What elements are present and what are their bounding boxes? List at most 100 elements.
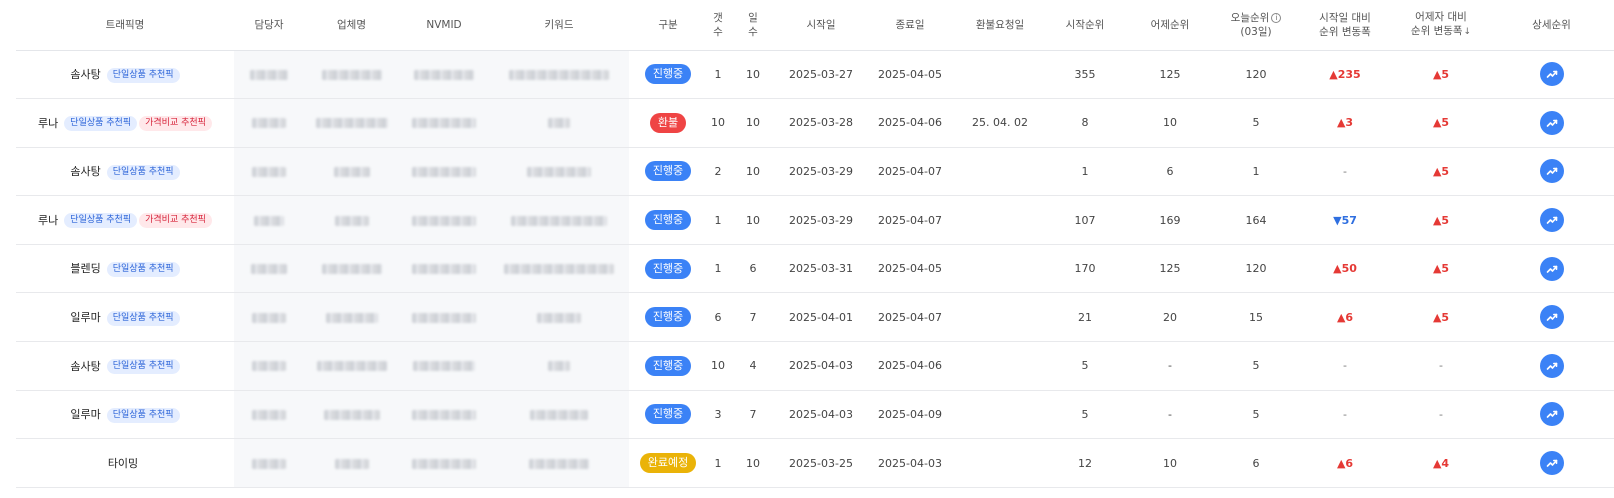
change-vs-start: - [1343, 407, 1347, 421]
trend-chart-icon [1546, 68, 1558, 80]
cell-start-rank: 107 [1045, 195, 1125, 245]
change-vs-start: ▼57 [1333, 213, 1357, 227]
status-badge: 완료예정 [639, 453, 697, 474]
header-refund-date: 환불요청일 [955, 0, 1045, 51]
change-vs-yesterday: ▲5 [1432, 213, 1450, 227]
cell-manager [234, 292, 304, 343]
cell-detail [1489, 390, 1614, 440]
cell-keyword [489, 341, 629, 391]
cell-traffic: 블렌딩 단일상품 추천픽 [16, 244, 234, 294]
redacted-company [325, 312, 378, 323]
cell-start-date: 2025-03-29 [777, 195, 865, 245]
cell-detail [1489, 244, 1614, 294]
cell-change-vs-yesterday: ▲5 [1393, 147, 1489, 197]
header-detail-rank: 상세순위 [1489, 0, 1614, 51]
traffic-name: 루나 [38, 213, 59, 227]
header-manager: 담당자 [234, 0, 304, 51]
cell-count: 3 [707, 390, 729, 440]
cell-keyword [489, 147, 629, 197]
cell-yesterday-rank: 169 [1125, 195, 1215, 245]
trend-chart-icon [1546, 457, 1558, 469]
cell-start-date: 2025-03-25 [777, 438, 865, 488]
cell-today-rank: 15 [1215, 292, 1297, 343]
header-company: 업체명 [304, 0, 399, 51]
cell-company [304, 292, 399, 343]
cell-count: 1 [707, 50, 729, 100]
cell-count: 6 [707, 292, 729, 343]
cell-start-rank: 355 [1045, 50, 1125, 100]
header-traffic: 트래픽명 [16, 0, 234, 51]
cell-today-rank: 120 [1215, 50, 1297, 100]
table-row: 루나 단일상품 추천픽 가격비교 추천픽 진행중 1 10 2025-03-29 2… [16, 195, 1614, 245]
detail-rank-chart-button[interactable] [1539, 62, 1564, 87]
cell-start-rank: 1 [1045, 147, 1125, 197]
cell-days: 7 [729, 390, 777, 440]
cell-manager [234, 195, 304, 245]
detail-rank-chart-button[interactable] [1539, 208, 1564, 233]
cell-keyword [489, 50, 629, 100]
cell-traffic: 루나 단일상품 추천픽 가격비교 추천픽 [16, 98, 234, 148]
cell-count: 1 [707, 244, 729, 294]
tag-single: 단일상품 추천픽 [106, 164, 180, 180]
traffic-name: 솜사탕 [70, 68, 101, 82]
cell-yesterday-rank: 125 [1125, 244, 1215, 294]
sort-down-arrow-icon[interactable]: ↓ [1464, 27, 1472, 37]
tag-single: 단일상품 추천픽 [106, 407, 180, 423]
traffic-name: 타이밍 [107, 457, 139, 471]
cell-start-rank: 170 [1045, 244, 1125, 294]
cell-status: 환불 [629, 98, 707, 148]
cell-today-rank: 5 [1215, 390, 1297, 440]
detail-rank-chart-button[interactable] [1539, 256, 1564, 281]
redacted-keyword [511, 215, 607, 226]
redacted-nvmid [412, 166, 476, 177]
header-change-vs-yesterday[interactable]: 어제자 대비 순위 변동폭↓ [1393, 0, 1489, 51]
detail-rank-chart-button[interactable] [1539, 402, 1564, 427]
cell-traffic: 일루마 단일상품 추천픽 [16, 390, 234, 440]
info-icon[interactable]: i [1271, 12, 1282, 23]
cell-end-date: 2025-04-05 [865, 50, 955, 100]
cell-yesterday-rank: 6 [1125, 147, 1215, 197]
cell-manager [234, 244, 304, 294]
status-badge: 진행중 [644, 210, 692, 231]
table-row: 일루마 단일상품 추천픽 진행중 6 7 2025-04-01 2025-04-0… [16, 292, 1614, 343]
cell-refund-date [955, 195, 1045, 245]
cell-today-rank: 6 [1215, 438, 1297, 488]
traffic-name: 일루마 [70, 408, 101, 422]
table-row: 솜사탕 단일상품 추천픽 진행중 2 10 2025-03-29 2025-04-… [16, 147, 1614, 197]
cell-yesterday-rank: 10 [1125, 98, 1215, 148]
header-yesterday-rank: 어제순위 [1125, 0, 1215, 51]
cell-nvmid [399, 98, 489, 148]
header-start-rank: 시작순위 [1045, 0, 1125, 51]
detail-rank-chart-button[interactable] [1539, 159, 1564, 184]
detail-rank-chart-button[interactable] [1539, 353, 1564, 378]
redacted-nvmid [412, 215, 476, 226]
cell-today-rank: 1 [1215, 147, 1297, 197]
cell-status: 진행중 [629, 341, 707, 391]
cell-refund-date [955, 50, 1045, 100]
detail-rank-chart-button[interactable] [1539, 305, 1564, 330]
cell-traffic: 솜사탕 단일상품 추천픽 [16, 147, 234, 197]
cell-start-rank: 5 [1045, 390, 1125, 440]
cell-change-vs-yesterday: - [1393, 390, 1489, 440]
cell-status: 진행중 [629, 50, 707, 100]
tag-single: 단일상품 추천픽 [64, 116, 138, 132]
table-row: 솜사탕 단일상품 추천픽 진행중 10 4 2025-04-03 2025-04-… [16, 341, 1614, 391]
cell-start-date: 2025-03-27 [777, 50, 865, 100]
cell-detail [1489, 341, 1614, 391]
cell-yesterday-rank: - [1125, 341, 1215, 391]
cell-nvmid [399, 341, 489, 391]
cell-change-vs-start: ▲3 [1297, 98, 1393, 148]
cell-company [304, 195, 399, 245]
cell-status: 진행중 [629, 147, 707, 197]
detail-rank-chart-button[interactable] [1539, 451, 1564, 476]
tag-single: 단일상품 추천픽 [106, 310, 180, 326]
change-vs-yesterday: ▲4 [1432, 456, 1450, 470]
cell-end-date: 2025-04-07 [865, 195, 955, 245]
cell-end-date: 2025-04-09 [865, 390, 955, 440]
cell-refund-date: 25. 04. 02 [955, 98, 1045, 148]
cell-change-vs-start: ▲6 [1297, 438, 1393, 488]
redacted-manager [252, 458, 286, 469]
cell-change-vs-start: - [1297, 341, 1393, 391]
table-row: 루나 단일상품 추천픽 가격비교 추천픽 환불 10 10 2025-03-28 2… [16, 98, 1614, 148]
detail-rank-chart-button[interactable] [1539, 110, 1564, 135]
